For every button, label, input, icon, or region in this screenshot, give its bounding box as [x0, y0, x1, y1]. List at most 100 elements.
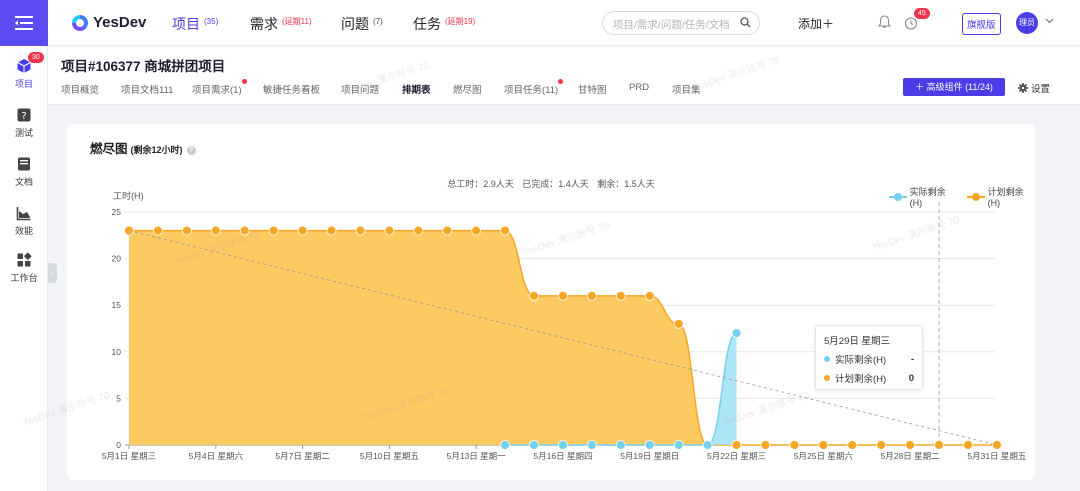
plan-point — [644, 290, 655, 301]
gear-icon — [1018, 83, 1028, 93]
nav-label: 项目 — [172, 16, 200, 32]
plan-point — [124, 225, 134, 236]
tab-requirements[interactable]: 项目需求(1) — [192, 79, 247, 96]
efficiency-icon — [16, 207, 31, 221]
plan-point — [210, 225, 221, 236]
tooltip-row-actual: 实际剩余(H) - — [824, 352, 914, 366]
plan-point — [615, 290, 626, 301]
sidebar-collapse-handle[interactable]: › — [48, 263, 57, 283]
brand-name: YesDev — [93, 14, 147, 31]
yesdev-logo-icon — [72, 14, 88, 31]
y-tick-label: 25 — [112, 207, 122, 217]
tab-project-set[interactable]: 项目集 — [672, 82, 701, 96]
tab-gantt[interactable]: 甘特图 — [578, 82, 607, 96]
top-navbar: YesDev 项目 (35) 需求 (延期11) 问题 (7) 任务 (延期19) 项目… — [48, 0, 1080, 46]
edition-badge[interactable]: 旗舰版 — [962, 13, 1001, 35]
svg-text:?: ? — [21, 111, 26, 122]
unread-dot — [241, 79, 247, 84]
test-icon: ? — [17, 108, 31, 122]
plan-point — [673, 318, 684, 329]
plan-point — [355, 225, 366, 236]
avatar[interactable]: 理员 — [1016, 12, 1038, 34]
menu-toggle-button[interactable] — [0, 0, 48, 46]
doc-icon — [18, 157, 30, 171]
chevron-right-icon: › — [51, 268, 54, 277]
x-tick-label: 5月25日 星期六 — [794, 451, 854, 461]
sidebar-item-test[interactable]: ? 测试 — [0, 107, 48, 139]
tab-prd[interactable]: PRD — [629, 82, 649, 93]
chevron-down-icon[interactable] — [1045, 18, 1054, 24]
actual-point — [731, 328, 742, 339]
y-tick-label: 15 — [112, 300, 122, 310]
settings-button[interactable]: 设置 — [1018, 81, 1050, 95]
plan-point — [992, 440, 1002, 450]
sidebar-item-label: 文档 — [14, 177, 33, 187]
nav-count: (7) — [373, 17, 383, 26]
plan-point — [876, 440, 887, 450]
actual-point — [558, 440, 568, 450]
plan-point — [586, 290, 597, 301]
tooltip-dot — [824, 356, 830, 362]
tab-agile-board[interactable]: 敏捷任务看板 — [263, 82, 320, 96]
x-tick-label: 5月13日 星期一 — [447, 451, 507, 461]
burndown-chart-card: 燃尽图 (剩余12小时)? 总工时：2.9人天 已完成：1.4人天 剩余：1.5人… — [67, 124, 1035, 480]
y-tick-label: 5 — [116, 393, 121, 403]
tab-docs[interactable]: 项目文档111 — [121, 82, 173, 96]
plan-point — [413, 225, 424, 236]
nav-count: (35) — [204, 17, 219, 26]
plan-point — [500, 225, 510, 236]
tab-issues[interactable]: 项目问题 — [341, 82, 379, 96]
brand-logo[interactable]: YesDev — [72, 14, 146, 31]
plan-point — [905, 440, 916, 450]
project-badge: 30 — [28, 52, 44, 63]
sidebar-item-workbench[interactable]: 工作台 — [0, 252, 48, 284]
page-title: 项目#106377 商城拼团项目 — [61, 59, 226, 74]
y-tick-label: 10 — [112, 347, 122, 357]
actual-point — [644, 440, 655, 450]
actual-point — [702, 440, 713, 450]
sidebar-item-project[interactable]: 30 项目 — [0, 52, 48, 90]
plan-point — [963, 440, 973, 450]
tooltip-value: 0 — [908, 372, 914, 384]
nav-issue[interactable]: 问题 (7) — [341, 14, 383, 34]
sidebar-item-doc[interactable]: 文档 — [0, 156, 48, 188]
plan-point — [847, 440, 858, 450]
tab-schedule[interactable]: 排期表 — [402, 82, 431, 96]
actual-point — [615, 440, 626, 450]
x-tick-label: 5月4日 星期六 — [189, 451, 244, 461]
add-button[interactable]: 添加＋ — [798, 15, 834, 32]
bell-icon[interactable] — [878, 15, 891, 29]
search-input[interactable]: 项目/需求/问题/任务/文档 — [602, 11, 760, 35]
plan-point — [442, 225, 453, 236]
nav-task[interactable]: 任务 (延期19) — [413, 14, 475, 34]
x-tick-label: 5月10日 星期五 — [360, 451, 420, 461]
actual-point — [673, 440, 684, 450]
plan-point — [529, 290, 539, 301]
sidebar-item-label: 效能 — [14, 226, 33, 236]
tab-label: 项目任务(11) — [504, 85, 559, 96]
y-tick-label: 0 — [116, 440, 121, 450]
tab-overview[interactable]: 项目概览 — [61, 82, 99, 96]
sidebar-item-label: 项目 — [14, 79, 33, 89]
unread-dot — [558, 79, 564, 84]
nav-label: 任务 — [413, 16, 441, 32]
x-tick-label: 5月7日 星期二 — [275, 451, 330, 461]
burndown-chart: 工时(H) 0 5 10 15 20 25 5月1日 星期三 5月4日 星期六 5月7日 星期… — [102, 190, 1027, 461]
left-sidebar: 30 项目 ? 测试 文档 效能 工作台 — [0, 0, 48, 491]
tab-tasks[interactable]: 项目任务(11) — [504, 79, 564, 96]
y-tick-label: 20 — [112, 254, 122, 264]
sidebar-item-label: 工作台 — [10, 273, 38, 283]
advanced-components-button[interactable]: ＋ 高级组件 (11/24) — [903, 78, 1005, 96]
y-axis-label: 工时(H) — [113, 190, 144, 201]
plan-point — [326, 225, 337, 236]
actual-point — [586, 440, 597, 450]
nav-project[interactable]: 项目 (35) — [172, 14, 218, 34]
plan-point — [731, 440, 742, 450]
nav-label: 问题 — [341, 16, 369, 32]
nav-requirement[interactable]: 需求 (延期11) — [250, 14, 312, 34]
chart-tooltip: 5月29日 星期三 实际剩余(H) - 计划剩余(H) 0 — [815, 325, 923, 390]
tab-burndown[interactable]: 燃尽图 — [453, 82, 482, 96]
sidebar-item-efficiency[interactable]: 效能 — [0, 205, 48, 237]
plan-point — [384, 225, 395, 236]
x-tick-label: 5月19日 星期日 — [620, 451, 679, 461]
